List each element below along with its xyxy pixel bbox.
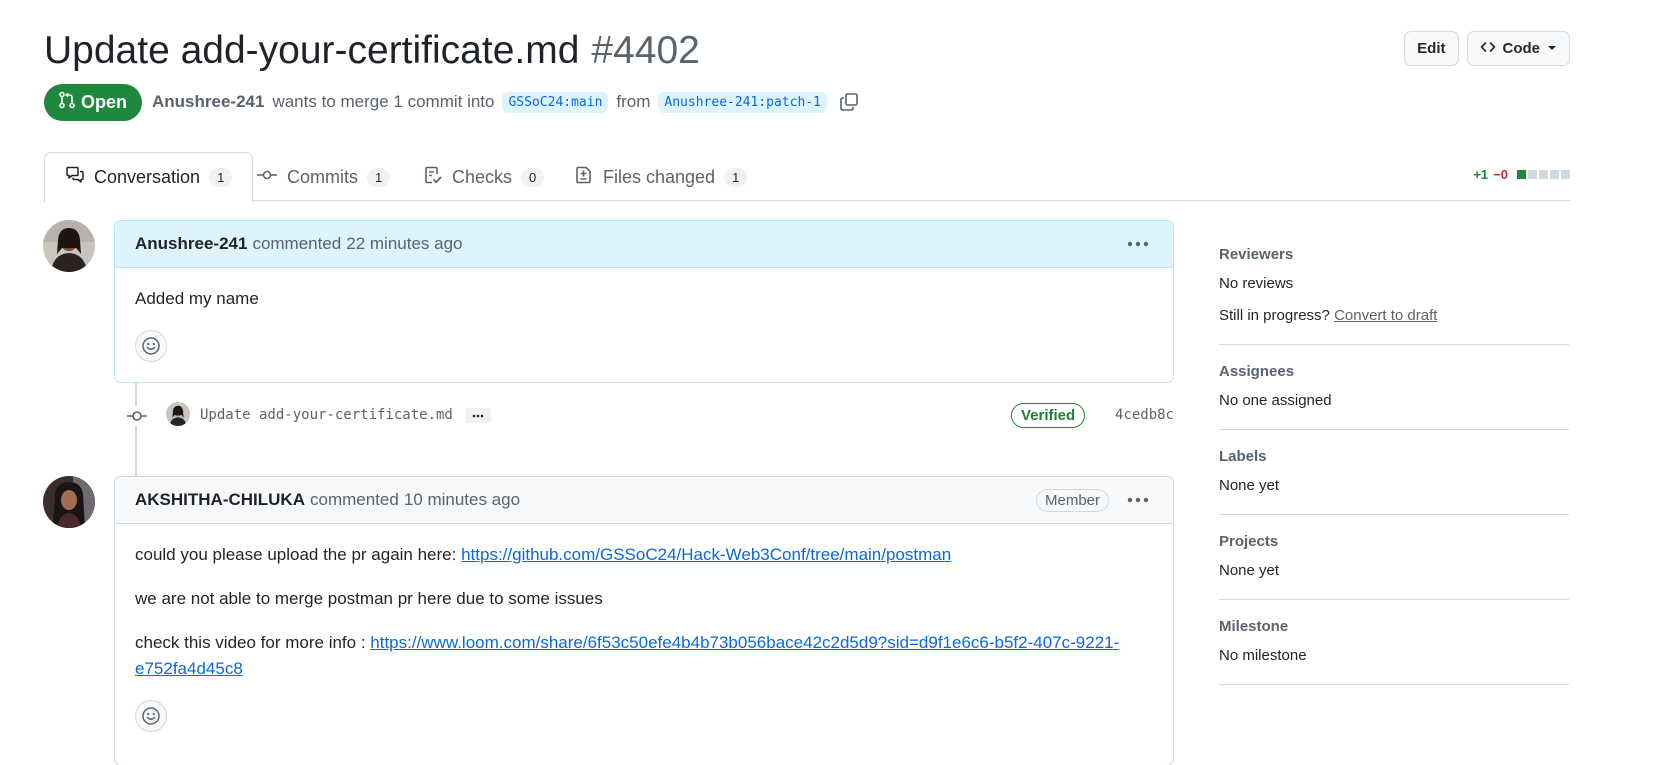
commit-message[interactable]: Update add-your-certificate.md bbox=[200, 407, 453, 423]
sidebar-value: No reviews bbox=[1219, 275, 1294, 292]
from-text: from bbox=[616, 92, 651, 111]
diffstat-additions: +1 bbox=[1473, 167, 1489, 182]
comment-link[interactable]: https://github.com/GSSoC24/Hack-Web3Conf… bbox=[461, 545, 951, 564]
code-icon bbox=[1480, 39, 1496, 59]
checklist-icon bbox=[423, 165, 443, 190]
sidebar-milestone: Milestone No milestone bbox=[1219, 600, 1569, 685]
timeline-commit: Update add-your-certificate.md Verified … bbox=[114, 400, 1174, 430]
comment-paragraph: could you please upload the pr again her… bbox=[135, 542, 1153, 568]
head-branch[interactable]: Anushree-241:patch-1 bbox=[658, 91, 827, 113]
avatar[interactable] bbox=[43, 220, 95, 272]
comment-text: check this video for more info : bbox=[135, 633, 366, 652]
pr-number: #4402 bbox=[591, 29, 700, 72]
sidebar-title[interactable]: Labels bbox=[1219, 448, 1569, 465]
git-commit-icon bbox=[256, 165, 278, 190]
sidebar-projects: Projects None yet bbox=[1219, 515, 1569, 600]
draft-text: Still in progress? bbox=[1219, 307, 1330, 324]
comment-author[interactable]: AKSHITHA-CHILUKA bbox=[135, 490, 305, 510]
sidebar-value: None yet bbox=[1219, 562, 1280, 579]
diffstat-box bbox=[1539, 170, 1548, 179]
sidebar-title[interactable]: Reviewers bbox=[1219, 246, 1569, 263]
pr-tabs: Conversation 1 Commits 1 Checks 0 Files … bbox=[44, 152, 1570, 203]
smiley-icon[interactable] bbox=[135, 700, 167, 732]
sidebar-labels: Labels None yet bbox=[1219, 430, 1569, 515]
header-actions: Edit Code bbox=[1404, 31, 1570, 66]
tab-files-changed[interactable]: Files changed 1 bbox=[554, 152, 767, 202]
file-diff-icon bbox=[574, 165, 594, 190]
diffstat-box bbox=[1528, 170, 1537, 179]
edit-button-label: Edit bbox=[1417, 40, 1446, 57]
diffstat-box bbox=[1550, 170, 1559, 179]
draft-row: Still in progress? Convert to draft bbox=[1219, 305, 1569, 327]
convert-to-draft-link[interactable]: Convert to draft bbox=[1334, 307, 1437, 324]
pr-title-row: Update add-your-certificate.md #4402 bbox=[44, 26, 700, 76]
edit-button[interactable]: Edit bbox=[1404, 31, 1459, 66]
tab-label: Files changed bbox=[603, 166, 716, 187]
diffstat-box bbox=[1561, 170, 1570, 179]
smiley-icon[interactable] bbox=[135, 330, 167, 362]
git-commit-icon bbox=[127, 406, 147, 426]
pr-title: Update add-your-certificate.md bbox=[44, 29, 580, 72]
sidebar-value: No one assigned bbox=[1219, 392, 1332, 409]
comment-text: could you please upload the pr again her… bbox=[135, 545, 457, 564]
comment-discussion-icon bbox=[65, 165, 85, 190]
comment-action: commented bbox=[252, 234, 342, 253]
comment-body: could you please upload the pr again her… bbox=[115, 524, 1173, 748]
sidebar-title[interactable]: Projects bbox=[1219, 533, 1569, 550]
kebab-horizontal-icon[interactable] bbox=[1123, 241, 1153, 247]
verified-badge[interactable]: Verified bbox=[1011, 403, 1086, 428]
commit-expand-button[interactable] bbox=[465, 408, 491, 423]
member-badge: Member bbox=[1035, 488, 1109, 512]
tab-label: Conversation bbox=[94, 167, 201, 187]
sidebar-reviewers: Reviewers No reviews Still in progress? … bbox=[1219, 228, 1569, 345]
tab-counter: 1 bbox=[367, 167, 391, 187]
state-badge: Open bbox=[44, 83, 143, 121]
copy-icon[interactable] bbox=[839, 92, 859, 112]
comment-header: AKSHITHA-CHILUKA commented 10 minutes ag… bbox=[115, 477, 1173, 524]
tab-counter: 1 bbox=[724, 167, 748, 187]
diffstat-bar bbox=[1516, 170, 1570, 179]
comment-time[interactable]: 22 minutes ago bbox=[346, 234, 462, 254]
comment-body: Added my name bbox=[115, 268, 1173, 378]
comment: AKSHITHA-CHILUKA commented 10 minutes ag… bbox=[114, 476, 1174, 765]
base-branch[interactable]: GSSoC24:main bbox=[502, 91, 609, 113]
comment-time[interactable]: 10 minutes ago bbox=[404, 490, 520, 510]
diffstat-box bbox=[1517, 170, 1526, 179]
avatar[interactable] bbox=[43, 476, 95, 528]
state-label: Open bbox=[81, 91, 128, 112]
avatar[interactable] bbox=[166, 402, 190, 426]
tab-counter: 1 bbox=[209, 168, 233, 187]
sidebar-assignees: Assignees No one assigned bbox=[1219, 345, 1569, 430]
tab-label: Checks bbox=[452, 166, 513, 187]
caret-down-icon bbox=[1547, 40, 1557, 57]
merge-text: wants to merge 1 commit into bbox=[272, 92, 495, 111]
tab-label: Commits bbox=[287, 166, 358, 187]
sidebar-title[interactable]: Milestone bbox=[1219, 618, 1569, 635]
kebab-horizontal-icon[interactable] bbox=[1123, 497, 1153, 503]
comment-paragraph: we are not able to merge postman pr here… bbox=[135, 589, 603, 608]
diffstat-deletions: −0 bbox=[1493, 167, 1508, 182]
comment-text: Added my name bbox=[135, 289, 259, 308]
sidebar-value: None yet bbox=[1219, 477, 1280, 494]
commit-sha[interactable]: 4cedb8c bbox=[1115, 407, 1174, 423]
diffstat[interactable]: +1 −0 bbox=[1473, 167, 1570, 182]
git-pull-request-icon bbox=[58, 91, 76, 114]
tab-conversation[interactable]: Conversation 1 bbox=[44, 152, 254, 203]
code-button-label: Code bbox=[1502, 40, 1541, 57]
comment-action: commented bbox=[309, 490, 399, 509]
pr-sidebar: Reviewers No reviews Still in progress? … bbox=[1219, 228, 1569, 685]
tab-counter: 0 bbox=[521, 167, 545, 187]
pr-author-link[interactable]: Anushree-241 bbox=[152, 92, 264, 112]
tab-commits[interactable]: Commits 1 bbox=[236, 152, 410, 202]
sidebar-title[interactable]: Assignees bbox=[1219, 363, 1569, 380]
pr-meta-row: Open Anushree-241 wants to merge 1 commi… bbox=[44, 83, 859, 121]
comment-header: Anushree-241 commented 22 minutes ago bbox=[115, 221, 1173, 268]
comment-author[interactable]: Anushree-241 bbox=[135, 234, 247, 254]
sidebar-value: No milestone bbox=[1219, 647, 1307, 664]
comment: Anushree-241 commented 22 minutes ago Ad… bbox=[114, 220, 1174, 383]
code-button[interactable]: Code bbox=[1466, 31, 1570, 66]
comment-paragraph: check this video for more info : https:/… bbox=[135, 630, 1153, 682]
tab-checks[interactable]: Checks 0 bbox=[403, 152, 564, 202]
